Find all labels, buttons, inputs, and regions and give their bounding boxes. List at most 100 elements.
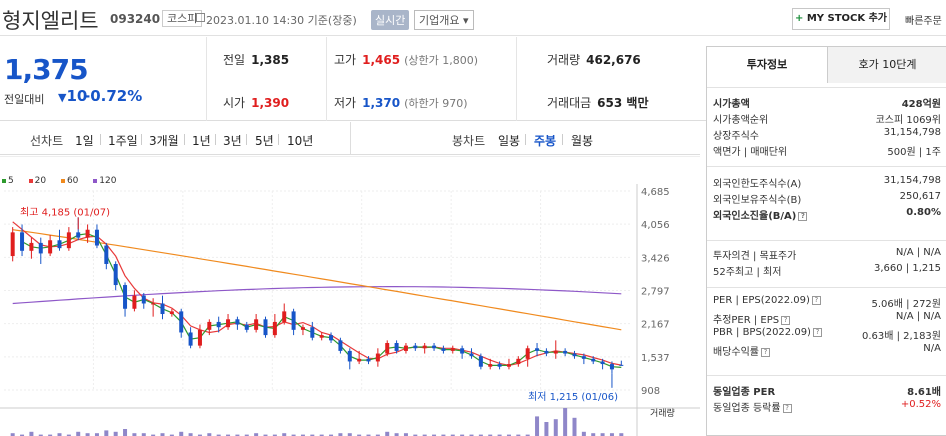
trade-amount: 거래대금 653 백만 bbox=[547, 96, 649, 110]
stock-chart[interactable]: 4,685 4,056 3,426 2,797 2,167 1,537 908 거래량 최고 4… bbox=[0, 156, 700, 436]
stock-name: 형지엘리트 bbox=[2, 9, 99, 33]
candle-body bbox=[422, 345, 427, 349]
volume-bar bbox=[123, 429, 128, 436]
y-tick-label: 2,167 bbox=[641, 320, 670, 331]
candle-body bbox=[441, 348, 446, 351]
volume-label: 거래량 bbox=[650, 407, 675, 419]
candle-body bbox=[600, 361, 605, 365]
panel-row-label: 시가총액순위 bbox=[713, 115, 769, 126]
my-stock-add-button[interactable]: + MY STOCK 추가 bbox=[792, 8, 890, 30]
candle-body bbox=[300, 327, 305, 330]
tab-5y[interactable]: 5년 bbox=[255, 132, 274, 149]
change-value: ▼10 bbox=[58, 87, 87, 105]
panel-row: 외국인한도주식수(A) 31,154,798 bbox=[713, 175, 945, 191]
panel-row: 추정PER | EPS? N/A | N/A bbox=[713, 311, 945, 327]
candle-body bbox=[94, 229, 99, 246]
help-icon[interactable]: ? bbox=[761, 347, 770, 357]
my-stock-label: MY STOCK 추가 bbox=[806, 13, 888, 24]
candle-body bbox=[375, 353, 380, 362]
candle-body bbox=[169, 311, 174, 315]
tab-3m[interactable]: 3개월 bbox=[149, 132, 179, 149]
candle-body bbox=[413, 345, 418, 349]
candle-body bbox=[488, 364, 493, 367]
panel-row: 투자의견 | 목표주가 N/A | N/A bbox=[713, 247, 945, 263]
panel-row: 동일업종 등락률? +0.52% bbox=[713, 399, 945, 415]
panel-row-value: 31,154,798 bbox=[883, 127, 941, 138]
candle-body bbox=[329, 335, 334, 341]
candle-body bbox=[366, 358, 371, 362]
help-icon[interactable]: ? bbox=[812, 327, 822, 337]
calendar-icon bbox=[196, 13, 205, 22]
volume-bar bbox=[113, 431, 118, 436]
candle-body bbox=[179, 311, 184, 333]
volume-bar bbox=[104, 430, 109, 436]
volume-bar bbox=[535, 416, 540, 436]
candle-body bbox=[38, 242, 43, 254]
help-icon[interactable]: ? bbox=[781, 315, 791, 325]
prev-close: 전일 1,385 bbox=[223, 53, 290, 67]
candle-body bbox=[535, 348, 540, 351]
panel-row-label: 상장주식수 bbox=[713, 131, 759, 142]
candle-body bbox=[394, 343, 399, 351]
candle-body bbox=[460, 348, 465, 354]
candle-body bbox=[478, 356, 483, 367]
panel-row-value: 8.61배 bbox=[907, 387, 941, 398]
current-price: 1,375 bbox=[4, 53, 89, 86]
panel-row: 시가총액 428억원 bbox=[713, 95, 945, 111]
top-bar: 형지엘리트 093240 코스피 2023.01.10 14:30 기준(장중)… bbox=[0, 0, 946, 36]
candle-body bbox=[104, 245, 109, 264]
candle-body bbox=[450, 348, 455, 351]
help-icon[interactable]: ? bbox=[782, 403, 792, 413]
volume-bar bbox=[76, 431, 81, 436]
y-tick-label: 4,056 bbox=[641, 220, 670, 231]
tab-daily[interactable]: 일봉 bbox=[498, 132, 520, 149]
open-price: 시가 1,390 bbox=[223, 96, 290, 110]
candle-body bbox=[10, 232, 15, 257]
tab-10y[interactable]: 10년 bbox=[287, 132, 313, 149]
volume-bar bbox=[544, 422, 549, 436]
candle-body bbox=[282, 311, 287, 322]
company-info-button[interactable]: 기업개요 ▾ bbox=[414, 10, 474, 30]
tab-1d[interactable]: 1일 bbox=[75, 132, 94, 149]
candle-body bbox=[235, 319, 240, 325]
panel-row-value: 5.06배 | 272원 bbox=[871, 299, 941, 310]
panel-row-value: 0.63배 | 2,183원 bbox=[861, 331, 941, 342]
tab-weekly[interactable]: 주봉 bbox=[534, 132, 556, 149]
candle-body bbox=[216, 321, 221, 328]
panel-divider bbox=[707, 375, 946, 376]
panel-row-value: N/A | N/A bbox=[895, 247, 941, 258]
tab-investment-info[interactable]: 투자정보 bbox=[707, 47, 827, 83]
panel-row-label: 외국인보유주식수(B) bbox=[713, 195, 802, 206]
quick-order-link[interactable]: 빠른주문 bbox=[905, 12, 942, 27]
candle-body bbox=[403, 345, 408, 351]
panel-row-label: 동일업종 등락률? bbox=[713, 399, 792, 414]
chart-period-tabs: 선차트 1일 1주일 3개월 1년 3년 5년 10년 봉차트 일봉 주봉 월봉 bbox=[0, 122, 700, 155]
candle-body bbox=[188, 332, 193, 346]
candle-body bbox=[291, 311, 296, 330]
panel-row: 52주최고 | 최저 3,660 | 1,215 bbox=[713, 263, 945, 279]
panel-row-label: 외국인소진율(B/A)? bbox=[713, 207, 808, 222]
candle-body bbox=[516, 358, 521, 365]
candle-body bbox=[506, 364, 511, 367]
tab-1y[interactable]: 1년 bbox=[192, 132, 211, 149]
panel-row: 배당수익률? N/A bbox=[713, 343, 945, 359]
panel-row: 시가총액순위 코스피 1069위 bbox=[713, 111, 945, 127]
volume-bar bbox=[179, 431, 184, 436]
help-icon[interactable]: ? bbox=[811, 295, 821, 305]
panel-row-label: 동일업종 PER bbox=[713, 387, 776, 398]
candle-body bbox=[197, 329, 202, 346]
panel-row-value: +0.52% bbox=[900, 399, 941, 410]
quote-datetime: 2023.01.10 14:30 기준(장중) bbox=[206, 14, 357, 27]
panel-row-value: 500원 | 1주 bbox=[887, 147, 941, 158]
tab-3y[interactable]: 3년 bbox=[223, 132, 242, 149]
low-annotation: 최저 1,215 (01/06) bbox=[528, 391, 618, 403]
candle-body bbox=[563, 350, 568, 354]
tab-orderbook[interactable]: 호가 10단계 bbox=[827, 47, 946, 83]
tab-1w[interactable]: 1주일 bbox=[108, 132, 138, 149]
panel-row: PER | EPS(2022.09)? 5.06배 | 272원 bbox=[713, 295, 945, 311]
help-icon[interactable]: ? bbox=[798, 211, 808, 221]
panel-divider bbox=[707, 87, 946, 88]
tab-monthly[interactable]: 월봉 bbox=[571, 132, 593, 149]
panel-row-label: 시가총액 bbox=[713, 99, 750, 110]
candle-body bbox=[226, 319, 231, 328]
